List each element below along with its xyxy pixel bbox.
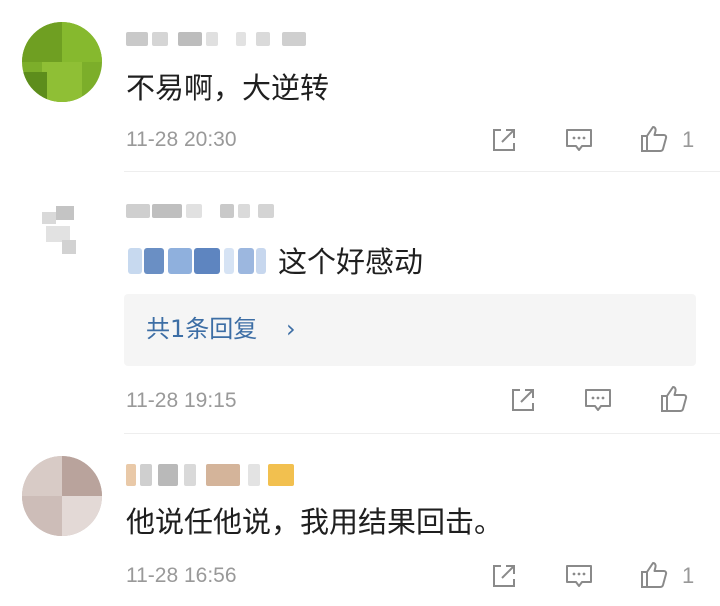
comment-time: 11-28 16:56 xyxy=(126,564,237,587)
replies-expander[interactable]: 共1条回复 › xyxy=(124,294,696,366)
username[interactable] xyxy=(126,204,276,218)
comment-text: 这个好感动 xyxy=(278,245,424,279)
comment-icon[interactable] xyxy=(563,560,595,592)
comment-icon[interactable] xyxy=(563,124,595,156)
share-icon[interactable] xyxy=(507,384,539,416)
avatar[interactable] xyxy=(24,194,94,264)
username[interactable] xyxy=(126,32,306,46)
comment-item: 这个好感动 共1条回复 › 11-28 19:15 xyxy=(0,172,720,434)
thumbs-up-icon[interactable] xyxy=(658,383,690,415)
comment-item: 不易啊，大逆转 11-28 20:30 1 xyxy=(0,0,720,172)
comment-time: 11-28 20:30 xyxy=(126,128,237,151)
replies-count-link[interactable]: 共1条回复 xyxy=(146,314,257,344)
share-icon[interactable] xyxy=(488,124,520,156)
username[interactable] xyxy=(126,464,294,486)
comment-time: 11-28 19:15 xyxy=(126,389,237,412)
comment-item: 他说任他说，我用结果回击。 11-28 16:56 1 xyxy=(0,434,720,606)
comment-text: 他说任他说，我用结果回击。 xyxy=(126,505,504,539)
emoji-sticker xyxy=(128,248,268,274)
avatar[interactable] xyxy=(22,456,102,536)
like-count: 1 xyxy=(682,127,695,152)
chevron-right-icon: › xyxy=(286,315,296,343)
comment-icon[interactable] xyxy=(582,384,614,416)
thumbs-up-icon[interactable] xyxy=(638,123,670,155)
comment-text: 不易啊，大逆转 xyxy=(126,71,330,105)
avatar[interactable] xyxy=(22,22,102,102)
thumbs-up-icon[interactable] xyxy=(638,559,670,591)
share-icon[interactable] xyxy=(488,560,520,592)
like-count: 1 xyxy=(682,563,695,588)
